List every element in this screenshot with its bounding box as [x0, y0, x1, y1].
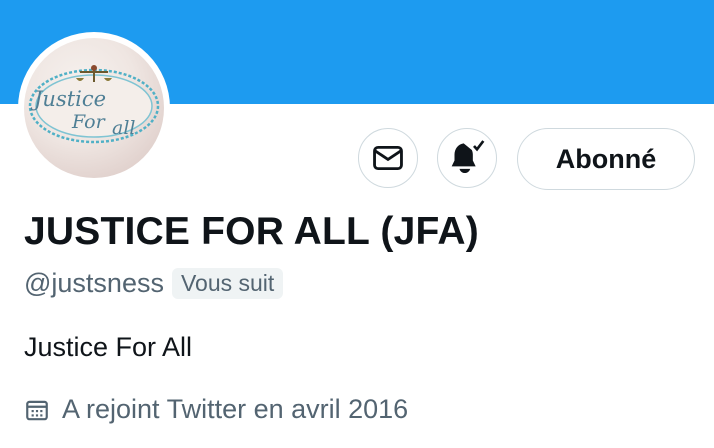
notifications-button[interactable] — [437, 128, 497, 188]
logo-text-all: all — [112, 117, 135, 139]
display-name: JUSTICE FOR ALL (JFA) — [24, 210, 479, 253]
envelope-icon — [373, 145, 403, 171]
following-button[interactable]: Abonné — [517, 128, 695, 190]
bell-check-icon — [451, 140, 485, 173]
logo-text-justice: Justice — [30, 87, 106, 111]
calendar-icon — [26, 400, 48, 420]
joined-date: A rejoint Twitter en avril 2016 — [62, 394, 409, 424]
avatar[interactable]: Justice For all — [24, 38, 164, 178]
logo-text-for: For — [71, 111, 107, 133]
message-button[interactable] — [358, 128, 418, 188]
handle-row: @justsness Vous suit — [24, 268, 284, 299]
follows-you-badge: Vous suit — [171, 268, 284, 299]
profile-bio: Justice For All — [24, 332, 193, 362]
joined-date-row: A rejoint Twitter en avril 2016 — [24, 394, 408, 425]
avatar-ring: Justice For all — [18, 32, 170, 184]
user-handle: @justsness — [24, 268, 164, 298]
avatar-logo: Justice For all — [28, 65, 160, 144]
